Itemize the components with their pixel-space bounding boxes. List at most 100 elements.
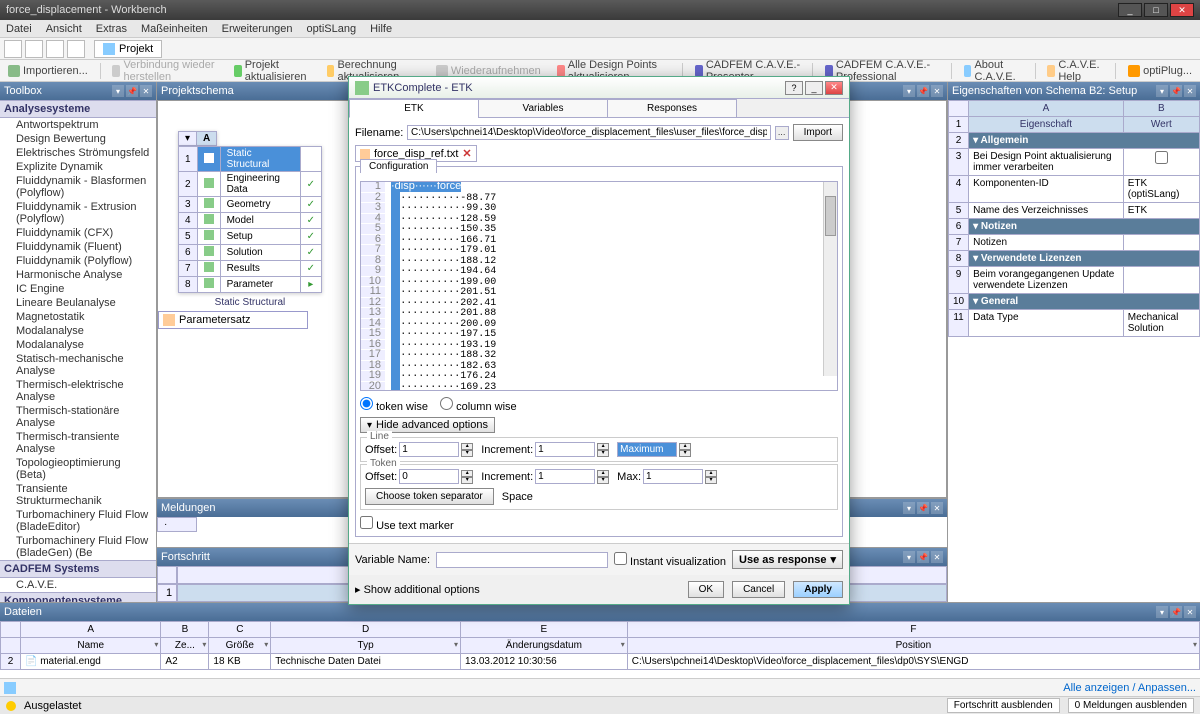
scroll-thumb[interactable] bbox=[825, 196, 836, 236]
filter-icon[interactable] bbox=[4, 682, 16, 694]
cancel-button[interactable]: Cancel bbox=[732, 581, 785, 598]
toolbox-item[interactable]: Modalanalyse bbox=[0, 324, 156, 338]
line-increment-input[interactable] bbox=[535, 442, 595, 457]
toolbox-item[interactable]: Lineare Beulanalyse bbox=[0, 296, 156, 310]
pin-icon[interactable]: ▾ bbox=[903, 85, 915, 97]
show-additional-button[interactable]: ▸ Show additional options bbox=[355, 583, 480, 596]
toolbox-item[interactable]: Design Bewertung bbox=[0, 132, 156, 146]
schema-row[interactable]: 8Parameter▸ bbox=[179, 277, 322, 293]
menu-hilfe[interactable]: Hilfe bbox=[370, 23, 392, 35]
pin2-icon[interactable]: 📌 bbox=[126, 85, 138, 97]
use-as-response-dropdown[interactable]: Use as response ▾ bbox=[732, 550, 843, 569]
variable-name-input[interactable] bbox=[436, 552, 608, 568]
toolbox-item[interactable]: Fluiddynamik - Blasformen (Polyflow) bbox=[0, 174, 156, 200]
about-cave-button[interactable]: About C.A.V.E. bbox=[960, 59, 1027, 83]
toolbox-item[interactable]: Statisch-mechanische Analyse bbox=[0, 352, 156, 378]
projekt-aktualisieren-button[interactable]: Projekt aktualisieren bbox=[230, 59, 315, 83]
hide-progress-button[interactable]: Fortschritt ausblenden bbox=[947, 698, 1060, 713]
toolbox-item[interactable]: Antwortspektrum bbox=[0, 118, 156, 132]
toolbox-item[interactable]: Transiente Strukturmechanik bbox=[0, 482, 156, 508]
token-wise-radio[interactable]: token wise bbox=[360, 397, 428, 413]
toolbox-item[interactable]: Elektrisches Strömungsfeld bbox=[0, 146, 156, 160]
filename-input[interactable] bbox=[407, 125, 771, 140]
schema-row[interactable]: 7Results✓ bbox=[179, 261, 322, 277]
menu-optislang[interactable]: optiSLang bbox=[307, 23, 357, 35]
importieren-button[interactable]: Importieren... bbox=[4, 65, 92, 77]
use-text-marker-checkbox[interactable]: Use text marker bbox=[360, 520, 454, 532]
saveas-icon[interactable] bbox=[67, 40, 85, 58]
tab-responses[interactable]: Responses bbox=[607, 99, 737, 118]
pin-icon[interactable]: ▾ bbox=[112, 85, 124, 97]
schema-row[interactable]: 5Setup✓ bbox=[179, 229, 322, 245]
new-icon[interactable] bbox=[4, 40, 22, 58]
close-file-icon[interactable]: ✕ bbox=[462, 147, 471, 160]
projekt-button[interactable]: Projekt bbox=[94, 40, 162, 58]
menu-datei[interactable]: Datei bbox=[6, 23, 32, 35]
spinner-down-icon[interactable]: ▾ bbox=[461, 450, 473, 457]
schema-row[interactable]: 6Solution✓ bbox=[179, 245, 322, 261]
menu-erweiterungen[interactable]: Erweiterungen bbox=[222, 23, 293, 35]
browse-button[interactable]: … bbox=[775, 126, 789, 140]
pin2-icon[interactable]: 📌 bbox=[917, 85, 929, 97]
save-icon[interactable] bbox=[46, 40, 64, 58]
filter-all-link[interactable]: Alle anzeigen / Anpassen... bbox=[1063, 682, 1196, 694]
choose-separator-button[interactable]: Choose token separator bbox=[365, 488, 494, 505]
file-row[interactable]: 2📄 material.engdA218 KBTechnische Daten … bbox=[1, 654, 1200, 670]
ok-button[interactable]: OK bbox=[688, 581, 724, 598]
close-button[interactable]: ✕ bbox=[1170, 3, 1194, 17]
dialog-help-button[interactable]: ? bbox=[785, 81, 803, 95]
dialog-minimize-button[interactable]: _ bbox=[805, 81, 823, 95]
dialog-title-bar[interactable]: ETKComplete - ETK ? _ ✕ bbox=[349, 77, 849, 99]
token-max-input[interactable] bbox=[643, 469, 703, 484]
import-button[interactable]: Import bbox=[793, 124, 843, 141]
schema-row[interactable]: 1Static Structural bbox=[179, 147, 322, 172]
maximize-button[interactable]: □ bbox=[1144, 3, 1168, 17]
toolbox-group[interactable]: Analysesysteme bbox=[0, 100, 156, 118]
apply-button[interactable]: Apply bbox=[793, 581, 843, 598]
schema-row[interactable]: 2Engineering Data✓ bbox=[179, 172, 322, 197]
line-max-input[interactable] bbox=[617, 442, 677, 457]
toolbox-item[interactable]: Topologieoptimierung (Beta) bbox=[0, 456, 156, 482]
hide-messages-button[interactable]: 0 Meldungen ausblenden bbox=[1068, 698, 1194, 713]
schema-row[interactable]: 3Geometry✓ bbox=[179, 197, 322, 213]
instant-viz-checkbox[interactable]: Instant visualization bbox=[614, 552, 726, 568]
toolbox-item[interactable]: Explizite Dynamik bbox=[0, 160, 156, 174]
token-offset-input[interactable] bbox=[399, 469, 459, 484]
token-increment-input[interactable] bbox=[535, 469, 595, 484]
column-wise-radio[interactable]: column wise bbox=[440, 397, 517, 413]
toolbox-item[interactable]: Modalanalyse bbox=[0, 338, 156, 352]
toolbox-item[interactable]: Thermisch-elektrische Analyse bbox=[0, 378, 156, 404]
toolbox-item[interactable]: Magnetostatik bbox=[0, 310, 156, 324]
verbindung-button[interactable]: Verbindung wieder herstellen bbox=[108, 59, 221, 83]
open-icon[interactable] bbox=[25, 40, 43, 58]
toolbox-item[interactable]: Fluiddynamik (CFX) bbox=[0, 226, 156, 240]
toolbox-item[interactable]: Fluiddynamik (Polyflow) bbox=[0, 254, 156, 268]
toolbox-group[interactable]: Komponentensysteme bbox=[0, 592, 156, 602]
schema-node-static-structural[interactable]: ▾A 1Static Structural2Engineering Data✓3… bbox=[178, 131, 322, 308]
prop-checkbox[interactable] bbox=[1155, 151, 1168, 164]
menu-extras[interactable]: Extras bbox=[96, 23, 127, 35]
line-offset-input[interactable] bbox=[399, 442, 459, 457]
toolbox-item[interactable]: C.A.V.E. bbox=[0, 578, 156, 592]
toolbox-group[interactable]: CADFEM Systems bbox=[0, 560, 156, 578]
toolbox-item[interactable]: Fluiddynamik - Extrusion (Polyflow) bbox=[0, 200, 156, 226]
editor-scrollbar[interactable] bbox=[823, 182, 837, 376]
wiederaufnehmen-button[interactable]: Wiederaufnehmen bbox=[432, 65, 545, 77]
toolbox-item[interactable]: Harmonische Analyse bbox=[0, 268, 156, 282]
meldungen-tab[interactable]: · bbox=[157, 517, 197, 532]
tab-variables[interactable]: Variables bbox=[478, 99, 608, 118]
menu-ansicht[interactable]: Ansicht bbox=[46, 23, 82, 35]
toolbox-item[interactable]: Thermisch-stationäre Analyse bbox=[0, 404, 156, 430]
toolbox-item[interactable]: Fluiddynamik (Fluent) bbox=[0, 240, 156, 254]
config-tab[interactable]: Configuration bbox=[360, 159, 437, 173]
parameterset-node[interactable]: Parametersatz bbox=[158, 311, 308, 329]
tab-etk[interactable]: ETK bbox=[349, 99, 479, 118]
schema-row[interactable]: 4Model✓ bbox=[179, 213, 322, 229]
text-editor[interactable]: 1 ·disp······force 2 ··········-88.77 3 … bbox=[360, 181, 838, 391]
toolbox-item[interactable]: Thermisch-transiente Analyse bbox=[0, 430, 156, 456]
optiplug-button[interactable]: optiPlug... bbox=[1124, 65, 1196, 77]
dialog-close-button[interactable]: ✕ bbox=[825, 81, 843, 95]
close-pane-icon[interactable]: ✕ bbox=[931, 85, 943, 97]
toolbox-item[interactable]: Turbomachinery Fluid Flow (BladeGen) (Be bbox=[0, 534, 156, 560]
close-pane-icon[interactable]: ✕ bbox=[140, 85, 152, 97]
